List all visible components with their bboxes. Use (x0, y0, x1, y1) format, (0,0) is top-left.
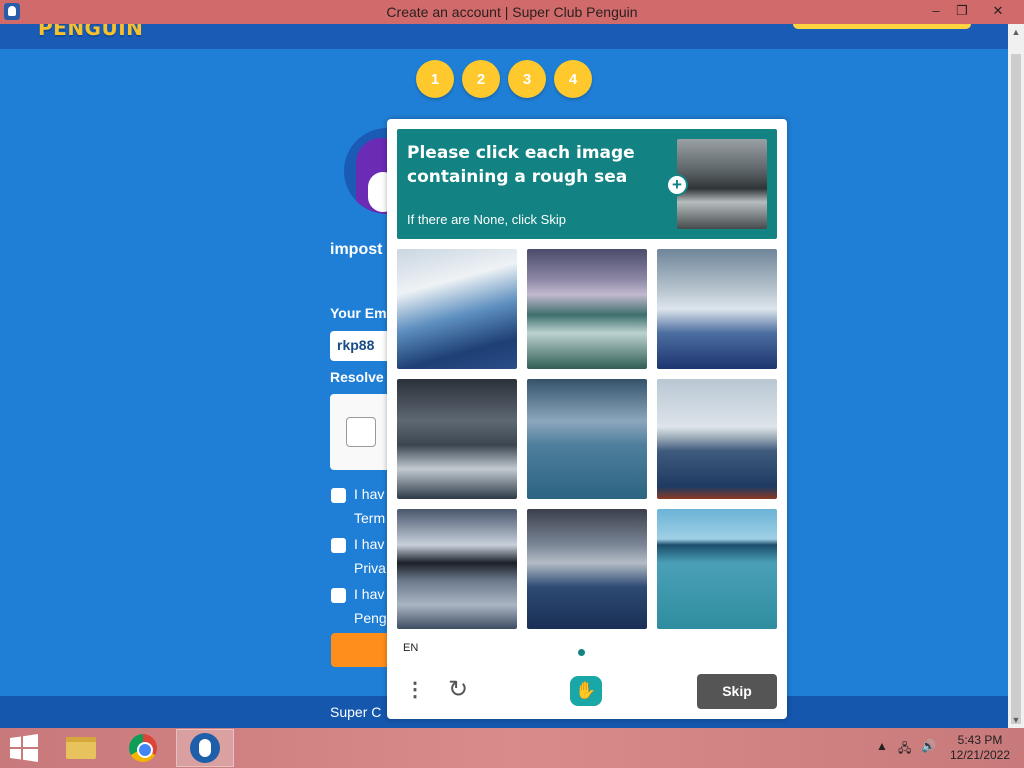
step-2: 2 (462, 60, 500, 98)
page-indicator-dot (578, 649, 585, 656)
windows-start-icon[interactable] (8, 734, 40, 762)
folder-icon (66, 737, 96, 759)
page-scrollbar[interactable]: ▲ ▼ (1008, 24, 1024, 728)
calm-lake-image[interactable] (397, 509, 517, 629)
taskbar: ▲ 🖧 🔊 5:43 PM 12/21/2022 (0, 728, 1024, 768)
terms-checkbox[interactable] (331, 488, 346, 503)
site-header: PENGUIN (0, 24, 1008, 49)
chrome-taskbar-button[interactable] (114, 729, 172, 767)
chrome-icon (129, 734, 157, 762)
example-rough-sea-image[interactable] (677, 139, 767, 229)
crashing-wave-image[interactable] (657, 249, 777, 369)
file-explorer-taskbar-button[interactable] (52, 729, 110, 767)
privacy-agreement: I hav Priva (331, 532, 394, 580)
challenge-image-grid (397, 249, 777, 629)
header-button[interactable] (793, 24, 971, 29)
penguin-agreement: I hav Peng (331, 582, 394, 630)
network-icon[interactable]: 🖧 (898, 739, 911, 760)
footer-text: Super C (330, 704, 382, 720)
volume-icon[interactable]: 🔊 (921, 739, 936, 753)
minimize-button[interactable]: – (922, 0, 950, 24)
plus-icon[interactable]: + (666, 174, 688, 196)
step-3: 3 (508, 60, 546, 98)
resolve-captcha-label: Resolve (330, 369, 384, 385)
refresh-icon[interactable]: ↻ (445, 677, 471, 703)
scroll-up-arrow-icon[interactable]: ▲ (1008, 24, 1024, 40)
challenge-subprompt: If there are None, click Skip (407, 212, 566, 227)
club-penguin-taskbar-button[interactable] (176, 729, 234, 767)
scroll-thumb[interactable] (1011, 54, 1021, 724)
window-title: Create an account | Super Club Penguin (386, 4, 638, 20)
clock-time: 5:43 PM (957, 733, 1003, 747)
close-button[interactable]: ✕ (984, 0, 1012, 24)
create-account-button[interactable] (331, 633, 391, 667)
step-1: 1 (416, 60, 454, 98)
stormy-waves-image[interactable] (397, 249, 517, 369)
hcaptcha-logo-icon[interactable]: ✋ (570, 676, 602, 706)
username-label: impost (330, 241, 383, 258)
language-selector[interactable]: EN (403, 642, 418, 654)
lightning-sea-image[interactable] (527, 249, 647, 369)
skip-button[interactable]: Skip (697, 674, 777, 709)
dark-storm-sea-image[interactable] (397, 379, 517, 499)
penguin-checkbox[interactable] (331, 588, 346, 603)
terms-agreement: I hav Term (331, 482, 394, 530)
captcha-checkbox[interactable] (346, 417, 376, 447)
storm-waves-lightning-image[interactable] (527, 509, 647, 629)
system-clock[interactable]: 5:43 PM 12/21/2022 (944, 733, 1016, 763)
club-penguin-logo[interactable]: PENGUIN (38, 24, 143, 40)
clock-date: 12/21/2022 (949, 748, 1011, 762)
sailboat-calm-sea-image[interactable] (527, 379, 647, 499)
privacy-checkbox[interactable] (331, 538, 346, 553)
scroll-down-arrow-icon[interactable]: ▼ (1008, 712, 1024, 728)
email-label: Your Em (330, 305, 387, 321)
challenge-prompt: Please click each image containing a rou… (397, 129, 777, 239)
captcha-challenge-dialog: Please click each image containing a rou… (387, 119, 787, 719)
step-4: 4 (554, 60, 592, 98)
restore-button[interactable]: ❐ (948, 0, 976, 24)
window-title-bar: Create an account | Super Club Penguin –… (0, 0, 1024, 24)
penguin-icon (190, 733, 220, 763)
calm-turquoise-sea-image[interactable] (657, 509, 777, 629)
step-indicator: 1 2 3 4 (416, 60, 592, 98)
calm-coast-image[interactable] (657, 379, 777, 499)
challenge-prompt-text: Please click each image containing a rou… (407, 143, 635, 187)
more-options-icon[interactable]: ⋮ (405, 677, 425, 703)
show-hidden-icons-icon[interactable]: ▲ (876, 739, 888, 753)
